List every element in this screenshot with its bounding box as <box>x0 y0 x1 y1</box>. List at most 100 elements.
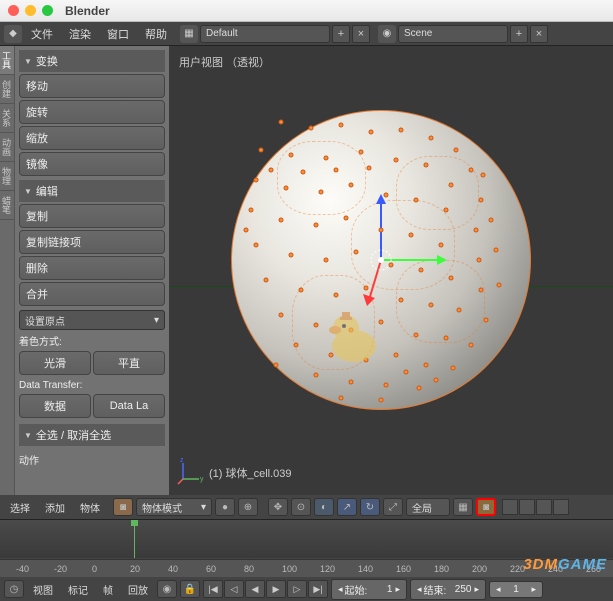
minimize-window[interactable] <box>25 5 36 16</box>
tab-animation[interactable]: 动画 <box>0 133 14 162</box>
watermark-text: 3DMGAME <box>523 556 607 573</box>
smooth-button[interactable]: 光滑 <box>19 351 91 375</box>
section-transform[interactable]: ▼变换 <box>19 50 165 72</box>
viewport-3d[interactable]: 用户视图 （透视） <box>169 46 613 495</box>
layout-add[interactable]: + <box>332 25 350 43</box>
menu-render[interactable]: 渲染 <box>62 23 98 45</box>
cell-point <box>434 378 439 383</box>
rotate-button[interactable]: 旋转 <box>19 100 165 124</box>
mode-icon[interactable]: ◙ <box>113 498 133 516</box>
tl-markers-menu[interactable]: 标记 <box>62 580 94 599</box>
set-origin-dropdown[interactable]: 设置原点▾ <box>19 310 165 330</box>
ruler-tick: 0 <box>92 564 97 574</box>
cell-point <box>254 243 259 248</box>
section-edit[interactable]: ▼编辑 <box>19 180 165 202</box>
cell-point <box>269 168 274 173</box>
scale-manip[interactable]: ⤢ <box>383 498 403 516</box>
cell-point <box>314 373 319 378</box>
proportional-icon[interactable]: ◐ <box>314 498 334 516</box>
tl-sync-icon[interactable]: ◉ <box>157 580 177 598</box>
tl-frame-menu[interactable]: 帧 <box>97 580 119 599</box>
cell-point <box>324 258 329 263</box>
tab-physics[interactable]: 物理 <box>0 162 14 191</box>
cell-point <box>394 158 399 163</box>
flat-button[interactable]: 平直 <box>93 351 165 375</box>
vp-select-menu[interactable]: 选择 <box>4 498 36 517</box>
duplicate-linked-button[interactable]: 复制链接项 <box>19 230 165 254</box>
shading-label: 着色方式: <box>19 333 165 348</box>
cell-point <box>379 398 384 403</box>
tab-grease[interactable]: 蜡笔 <box>0 191 14 220</box>
play-button[interactable]: ▶ <box>266 580 286 598</box>
tab-relations[interactable]: 关系 <box>0 104 14 133</box>
tl-lock-icon[interactable]: 🔒 <box>180 580 200 598</box>
delete-button[interactable]: 删除 <box>19 256 165 280</box>
blender-icon[interactable]: ◆ <box>4 25 22 43</box>
snap-icon[interactable]: ⊙ <box>291 498 311 516</box>
scale-button[interactable]: 缩放 <box>19 126 165 150</box>
tl-view-menu[interactable]: 视图 <box>27 580 59 599</box>
data-la-button[interactable]: Data La <box>93 394 165 418</box>
menu-window[interactable]: 窗口 <box>100 23 136 45</box>
cell-point <box>339 396 344 401</box>
layout-icon[interactable]: ▦ <box>180 25 198 43</box>
join-button[interactable]: 合并 <box>19 282 165 306</box>
menu-help[interactable]: 帮助 <box>138 23 174 45</box>
cell-point <box>399 128 404 133</box>
keyframe-next-button[interactable]: ▷ <box>287 580 307 598</box>
layout-dropdown[interactable]: Default <box>200 25 330 43</box>
pivot-icon[interactable]: ⊕ <box>238 498 258 516</box>
layer-grid[interactable] <box>502 499 569 515</box>
playhead[interactable] <box>134 520 135 558</box>
mirror-button[interactable]: 镜像 <box>19 152 165 176</box>
tl-playback-menu[interactable]: 回放 <box>122 580 154 599</box>
layers-icon[interactable]: ▦ <box>453 498 473 516</box>
cell-point <box>417 386 422 391</box>
cell-point <box>494 248 499 253</box>
jump-end-button[interactable]: ▶| <box>308 580 328 598</box>
highlighted-layer-button[interactable]: ◙ <box>476 498 496 516</box>
duplicate-button[interactable]: 复制 <box>19 204 165 228</box>
menu-file[interactable]: 文件 <box>24 23 60 45</box>
timeline[interactable] <box>0 519 613 559</box>
vp-add-menu[interactable]: 添加 <box>39 498 71 517</box>
ruler-tick: 140 <box>358 564 373 574</box>
mode-dropdown[interactable]: 物体模式▾ <box>136 498 212 516</box>
cell-point <box>424 363 429 368</box>
scene-icon[interactable]: ◉ <box>378 25 396 43</box>
tab-tools[interactable]: 工具 <box>0 46 14 75</box>
app-title: Blender <box>65 4 110 18</box>
end-frame-field[interactable]: ◂结束:250▸ <box>410 579 486 600</box>
scene-dropdown[interactable]: Scene <box>398 25 508 43</box>
maximize-window[interactable] <box>42 5 53 16</box>
cell-point <box>469 343 474 348</box>
cell-point <box>414 333 419 338</box>
layout-remove[interactable]: × <box>352 25 370 43</box>
data-button[interactable]: 数据 <box>19 394 91 418</box>
cell-point <box>279 313 284 318</box>
close-window[interactable] <box>8 5 19 16</box>
cell-point <box>349 183 354 188</box>
scene-add[interactable]: + <box>510 25 528 43</box>
shading-solid-icon[interactable]: ● <box>215 498 235 516</box>
move-button[interactable]: 移动 <box>19 74 165 98</box>
keyframe-prev-button[interactable]: ◁ <box>224 580 244 598</box>
timeline-ruler[interactable]: -40-200204060801001201401601802002202402… <box>0 559 613 577</box>
cell-point <box>474 228 479 233</box>
scene-remove[interactable]: × <box>530 25 548 43</box>
vp-object-menu[interactable]: 物体 <box>74 498 106 517</box>
manipulator-toggle[interactable]: ✥ <box>268 498 288 516</box>
tab-create[interactable]: 创建 <box>0 75 14 104</box>
jump-start-button[interactable]: |◀ <box>203 580 223 598</box>
start-frame-field[interactable]: ◂起始:1▸ <box>331 579 407 600</box>
svg-text:y: y <box>200 476 204 483</box>
cell-point <box>244 228 249 233</box>
translate-manip[interactable]: ↗ <box>337 498 357 516</box>
orientation-dropdown[interactable]: 全局 <box>406 498 450 516</box>
section-select-all[interactable]: ▼全选 / 取消全选 <box>19 424 165 446</box>
cell-point <box>454 148 459 153</box>
rotate-manip[interactable]: ↻ <box>360 498 380 516</box>
timeline-editor-icon[interactable]: ◷ <box>4 580 24 598</box>
cell-point <box>449 183 454 188</box>
play-reverse-button[interactable]: ◀ <box>245 580 265 598</box>
